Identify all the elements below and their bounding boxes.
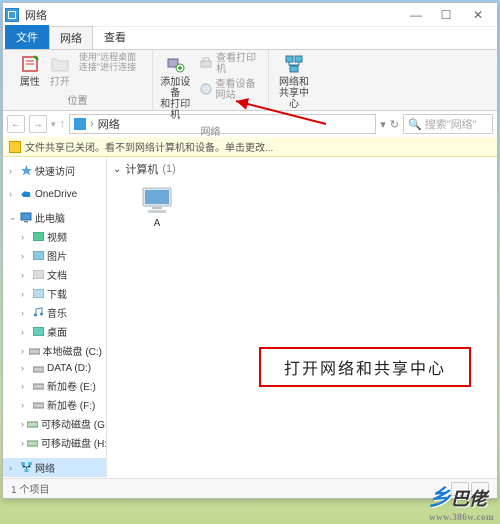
sidebar-item-disk-d[interactable]: ›DATA (D:) [3, 360, 106, 376]
title-bar: 网络 — ☐ ✕ [3, 3, 497, 27]
drive-icon [32, 380, 44, 392]
status-bar: 1 个项目 [3, 478, 497, 498]
network-center-button[interactable]: 网络和 共享中心 [273, 52, 315, 111]
search-input[interactable]: 🔍 搜索"网络" [403, 114, 493, 134]
watermark: 乡乡巴佬巴佬 www.386w.com [429, 480, 494, 522]
drive-icon [32, 399, 44, 411]
info-icon [9, 141, 21, 153]
sidebar-item-video[interactable]: ›视频 [3, 227, 106, 246]
add-device-button[interactable]: 添加设备 和打印机 [157, 52, 193, 122]
printer-icon [199, 56, 214, 72]
sidebar-item-disk-h[interactable]: ›可移动磁盘 (H:) [3, 433, 106, 452]
sidebar-item-disk-e[interactable]: ›新加卷 (E:) [3, 376, 106, 395]
drive-icon [29, 345, 40, 357]
sidebar-item-network[interactable]: › 网络 [3, 458, 106, 477]
nav-up-button[interactable]: ↑ [60, 118, 66, 130]
sidebar-item-quick-access[interactable]: › 快速访问 [3, 161, 106, 180]
sidebar-item-disk-f[interactable]: ›新加卷 (F:) [3, 395, 106, 414]
search-placeholder: 搜索"网络" [425, 116, 477, 132]
documents-icon [32, 269, 44, 281]
minimize-button[interactable]: — [401, 5, 431, 25]
nav-forward-button[interactable]: → [29, 115, 47, 133]
sidebar-item-disk-c[interactable]: ›本地磁盘 (C:) [3, 341, 106, 360]
item-count: 1 个项目 [11, 481, 49, 496]
navigation-tree: › 快速访问 › OneDrive ⌄ 此电脑 ›视频 ›图片 ›文档 ›下载 … [3, 157, 107, 478]
folder-open-icon [49, 53, 71, 75]
remote-desktop-button[interactable]: 使用"远程桌面 连接"进行连接 [77, 52, 138, 74]
star-icon [20, 165, 32, 177]
device-website-icon [199, 82, 213, 98]
removable-drive-icon [27, 437, 38, 449]
view-printers-button[interactable]: 查看打印机 [197, 52, 264, 76]
pictures-icon [32, 250, 44, 262]
ribbon: 属性 打开 使用"远程桌面 连接"进行连接 位置 [3, 49, 497, 111]
open-label: 打开 [50, 77, 70, 88]
open-button[interactable]: 打开 [47, 52, 73, 89]
remote-desktop-label: 使用"远程桌面 连接"进行连接 [79, 53, 136, 73]
removable-drive-icon [27, 418, 38, 430]
maximize-button[interactable]: ☐ [431, 5, 461, 25]
properties-label: 属性 [20, 77, 40, 88]
refresh-icon[interactable]: ↻ [390, 118, 399, 131]
computer-name: A [154, 218, 161, 229]
group-header-computers[interactable]: ⌄ 计算机 (1) [107, 157, 497, 181]
view-devices-label: 查看设备网站 [215, 79, 262, 101]
add-device-label: 添加设备 和打印机 [159, 77, 191, 121]
network-icon [5, 8, 19, 22]
tab-network[interactable]: 网络 [49, 26, 93, 50]
view-devices-button[interactable]: 查看设备网站 [197, 78, 264, 102]
content-pane: ⌄ 计算机 (1) A 打开网络和共享中心 [107, 157, 497, 478]
sidebar-item-music[interactable]: ›音乐 [3, 303, 106, 322]
tab-view[interactable]: 查看 [93, 25, 137, 49]
window-title: 网络 [25, 7, 47, 23]
music-icon [32, 307, 44, 319]
network-center-icon [283, 53, 305, 75]
computer-icon [140, 185, 174, 215]
nav-back-button[interactable]: ← [7, 115, 25, 133]
search-icon: 🔍 [408, 118, 422, 131]
annotation-callout: 打开网络和共享中心 [259, 347, 471, 387]
properties-button[interactable]: 属性 [17, 52, 43, 89]
address-path: 网络 [98, 116, 120, 132]
group-label-location: 位置 [68, 91, 88, 108]
desktop-icon [32, 326, 44, 338]
chevron-down-icon[interactable]: ▾ [51, 119, 56, 130]
network-icon [20, 462, 32, 474]
chevron-down-icon: ⌄ [113, 164, 121, 175]
warning-text: 文件共享已关闭。看不到网络计算机和设备。单击更改... [25, 139, 273, 154]
add-device-icon [164, 53, 186, 75]
drive-icon [32, 362, 44, 374]
cloud-icon [20, 188, 32, 200]
dropdown-icon[interactable]: ▾ [380, 118, 386, 131]
video-icon [32, 231, 44, 243]
warning-bar[interactable]: 文件共享已关闭。看不到网络计算机和设备。单击更改... [3, 137, 497, 157]
ribbon-tabs: 文件 网络 查看 [3, 27, 497, 49]
close-button[interactable]: ✕ [461, 5, 495, 25]
computer-item[interactable]: A [127, 181, 187, 233]
network-icon [74, 118, 86, 130]
view-printers-label: 查看打印机 [216, 53, 262, 75]
downloads-icon [32, 288, 44, 300]
sidebar-item-disk-g[interactable]: ›可移动磁盘 (G:) [3, 414, 106, 433]
app-window: 网络 — ☐ ✕ 文件 网络 查看 属性 [2, 2, 498, 499]
sidebar-item-desktop[interactable]: ›桌面 [3, 322, 106, 341]
sidebar-item-this-pc[interactable]: ⌄ 此电脑 [3, 208, 106, 227]
group-label-network: 网络 [201, 122, 221, 139]
pc-icon [20, 212, 32, 224]
sidebar-item-downloads[interactable]: ›下载 [3, 284, 106, 303]
sidebar-item-onedrive[interactable]: › OneDrive [3, 186, 106, 202]
sidebar-item-documents[interactable]: ›文档 [3, 265, 106, 284]
tab-file[interactable]: 文件 [5, 25, 49, 49]
sidebar-item-pictures[interactable]: ›图片 [3, 246, 106, 265]
properties-icon [19, 53, 41, 75]
network-center-label: 网络和 共享中心 [275, 77, 313, 110]
